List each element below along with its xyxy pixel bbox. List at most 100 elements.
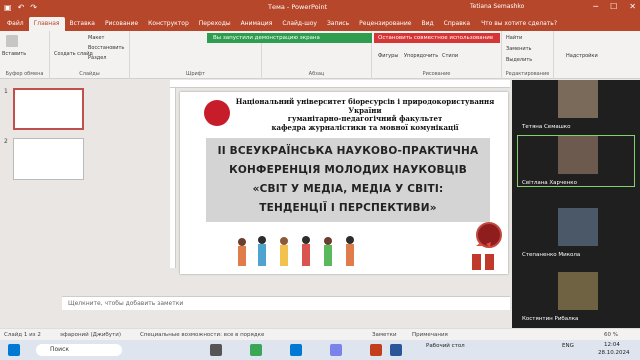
participant-tile[interactable]: Степаненко Микола (518, 208, 634, 258)
comments-button[interactable]: Примечания (412, 332, 448, 338)
people-illustration (238, 236, 354, 266)
paste-icon (6, 35, 18, 47)
slide-thumbnail-1[interactable] (13, 88, 84, 130)
slides-label: Слайды (79, 71, 100, 77)
tab-transitions[interactable]: Переходы (194, 17, 236, 31)
status-bar: Слайд 1 из 2 эфароний (Джибути) Специаль… (0, 328, 640, 340)
addins-group: Надстройки (554, 31, 614, 79)
participant-name: Костянтин Рибалка (522, 316, 579, 322)
slide-counter: Слайд 1 из 2 (4, 332, 41, 338)
participant-name: Світлана Харченко (522, 180, 577, 186)
thumbnail-number: 2 (4, 138, 8, 145)
tab-home[interactable]: Главная (28, 17, 65, 31)
screen-share-notification: Вы запустили демонстрацию экрана (207, 33, 372, 43)
slide-header[interactable]: Національний університет біоресурсів і п… (224, 97, 506, 132)
drawing-label: Рисование (422, 71, 451, 77)
title-line: ІІ ВСЕУКРАЇНСЬКА НАУКОВО-ПРАКТИЧНА (217, 145, 479, 157)
document-title: Тема - PowerPoint (268, 3, 328, 11)
participant-tile[interactable]: Тетяна Семашко (518, 80, 634, 130)
paste-label: Вставить (2, 51, 27, 57)
save-icon[interactable]: ▣ (4, 3, 12, 12)
font-label: Шрифт (186, 71, 205, 77)
stop-sharing-button[interactable]: Остановить совместное использование (374, 33, 500, 43)
accessibility-status[interactable]: Специальные возможности: все в порядке (140, 332, 264, 338)
powerpoint-icon[interactable] (370, 344, 382, 356)
editing-group: Найти Заменить Выделить Редактирование (502, 31, 554, 79)
gift-box-illustration (472, 242, 494, 270)
title-bar: ▣ ↶ ↷ Тема - PowerPoint Tetiana Semashko… (0, 0, 640, 16)
styles-button[interactable]: Стили (442, 53, 458, 59)
header-line: Національний університет біоресурсів і п… (235, 97, 495, 115)
participant-video (558, 208, 598, 246)
thumbnail-number: 1 (4, 88, 8, 95)
title-line: «СВІТ У МЕДІА, МЕДІА У СВІТІ: (252, 183, 444, 195)
clock-time[interactable]: 12:04 (604, 342, 620, 348)
participant-video (558, 80, 598, 118)
header-line: кафедра журналістики та мовної комунікац… (271, 122, 459, 132)
clock-date[interactable]: 28.10.2024 (598, 350, 630, 356)
vertical-ruler (170, 88, 176, 268)
taskbar-search[interactable]: Поиск (36, 344, 122, 356)
ribbon-tabs: Файл Главная Вставка Рисование Конструкт… (0, 16, 640, 31)
notes-button[interactable]: Заметки (372, 332, 397, 338)
title-line: КОНФЕРЕНЦІЯ МОЛОДИХ НАУКОВЦІВ (229, 164, 467, 176)
select-button[interactable]: Выделить (506, 57, 532, 63)
close-button[interactable]: ✕ (629, 2, 636, 11)
notes-pane[interactable]: Щелкните, чтобы добавить заметки (62, 296, 510, 310)
word-icon[interactable] (390, 344, 402, 356)
participant-name: Степаненко Микола (522, 252, 581, 258)
tell-me-search[interactable]: Что вы хотите сделать? (481, 20, 557, 31)
tab-animations[interactable]: Анимация (236, 17, 278, 31)
windows-taskbar: Поиск Рабочий стол ENG 12:04 28.10.2024 (0, 340, 640, 360)
minimize-button[interactable]: ─ (593, 2, 598, 11)
tab-file[interactable]: Файл (2, 17, 29, 31)
tab-record[interactable]: Запись (322, 17, 354, 31)
participant-video (558, 136, 598, 174)
slide-title[interactable]: ІІ ВСЕУКРАЇНСЬКА НАУКОВО-ПРАКТИЧНА КОНФЕ… (208, 142, 488, 218)
teams-icon[interactable] (330, 344, 342, 356)
participant-tile[interactable]: Костянтин Рибалка (518, 272, 634, 322)
tab-review[interactable]: Рецензирование (354, 17, 416, 31)
paragraph-label: Абзац (308, 71, 325, 77)
redo-icon[interactable]: ↷ (30, 3, 37, 12)
slide-thumbnail-2[interactable] (13, 138, 84, 180)
clipboard-group: Вставить Буфер обмена (0, 31, 50, 79)
desktop-toolbar[interactable]: Рабочий стол (426, 343, 465, 349)
replace-button[interactable]: Заменить (506, 46, 532, 52)
participants-panel: Тетяна Семашко Світлана Харченко Степане… (512, 80, 640, 328)
title-line: ТЕНДЕНЦІЇ І ПЕРСПЕКТИВИ» (259, 202, 437, 214)
tab-draw[interactable]: Рисование (100, 17, 143, 31)
windows-start-icon[interactable] (8, 344, 20, 356)
task-view-icon[interactable] (210, 344, 222, 356)
layout-button[interactable]: Макет (88, 35, 104, 41)
undo-icon[interactable]: ↶ (18, 3, 25, 12)
editing-label: Редактирование (505, 71, 550, 77)
participant-video (558, 272, 598, 310)
slide-thumbnails-pane: 1 2 (0, 80, 84, 328)
tab-design[interactable]: Конструктор (143, 17, 194, 31)
theme-name: эфароний (Джибути) (60, 332, 121, 338)
slide-canvas[interactable]: Національний університет біоресурсів і п… (180, 92, 508, 274)
user-account[interactable]: Tetiana Semashko (470, 3, 524, 10)
maximize-button[interactable]: ☐ (610, 2, 617, 11)
slides-group: Создать слайд Макет Восстановить Раздел … (50, 31, 130, 79)
tab-help[interactable]: Справка (439, 17, 475, 31)
tab-view[interactable]: Вид (416, 17, 438, 31)
language-indicator[interactable]: ENG (562, 343, 574, 349)
horizontal-ruler (170, 80, 510, 88)
tab-slideshow[interactable]: Слайд-шоу (277, 17, 322, 31)
participant-tile[interactable]: Світлана Харченко (517, 135, 635, 187)
zoom-level[interactable]: 60 % (604, 332, 618, 338)
find-button[interactable]: Найти (506, 35, 522, 41)
edge-icon[interactable] (290, 344, 302, 356)
arrange-button[interactable]: Упорядочить (404, 53, 438, 59)
chrome-icon[interactable] (250, 344, 262, 356)
section-button[interactable]: Раздел (88, 55, 106, 61)
shapes-button[interactable]: Фигуры (378, 53, 398, 59)
reset-button[interactable]: Восстановить (88, 45, 124, 51)
addins-button[interactable]: Надстройки (566, 53, 598, 59)
paste-button[interactable] (6, 35, 18, 49)
tab-insert[interactable]: Вставка (65, 17, 100, 31)
clipboard-label: Буфер обмена (5, 71, 44, 77)
quick-access-toolbar: ▣ ↶ ↷ (4, 3, 37, 12)
